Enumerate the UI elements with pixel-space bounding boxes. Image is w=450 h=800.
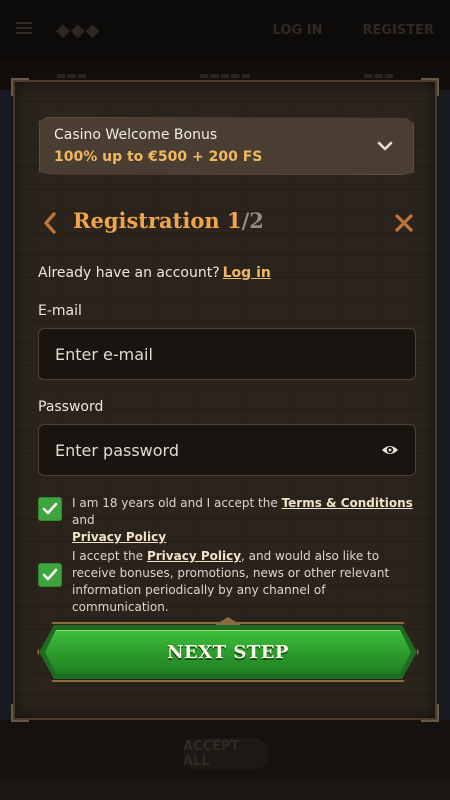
frame-corner bbox=[421, 78, 439, 96]
registration-title: Registration bbox=[73, 208, 220, 233]
marketing-checkbox[interactable] bbox=[38, 563, 62, 587]
background-accept-all: ACCEPT ALL bbox=[183, 738, 269, 770]
privacy-policy-link[interactable]: Privacy Policy bbox=[72, 530, 166, 544]
email-field[interactable] bbox=[55, 344, 399, 364]
bonus-title: Casino Welcome Bonus bbox=[54, 127, 218, 143]
step-total: 2 bbox=[249, 208, 264, 233]
registration-header: Registration 1/2 bbox=[39, 208, 417, 240]
background-side-right bbox=[438, 90, 450, 720]
eye-icon[interactable] bbox=[381, 443, 399, 457]
chevron-left-icon[interactable] bbox=[39, 210, 61, 236]
privacy-policy-link[interactable]: Privacy Policy bbox=[147, 549, 241, 563]
consent-text: I accept the bbox=[72, 549, 144, 563]
password-label: Password bbox=[38, 399, 104, 415]
next-step-button[interactable]: NEXT STEP bbox=[39, 625, 417, 679]
frame-corner bbox=[11, 704, 29, 722]
page-title: Registration 1/2 bbox=[73, 208, 264, 233]
step-current: 1 bbox=[226, 208, 242, 233]
account-prompt-text: Already have an account? bbox=[38, 265, 220, 281]
frame-corner bbox=[11, 78, 29, 96]
account-prompt: Already have an account? Log in bbox=[38, 265, 271, 281]
checkmark-icon bbox=[42, 502, 58, 515]
consent-text: I am 18 years old and I accept the bbox=[72, 496, 278, 510]
registration-modal: Casino Welcome Bonus 100% up to €500 + 2… bbox=[11, 78, 439, 722]
background-login: LOG IN bbox=[272, 22, 323, 38]
marketing-consent: I accept the Privacy Policy, and would a… bbox=[38, 548, 418, 616]
password-field-container bbox=[38, 424, 416, 476]
email-field-container bbox=[38, 328, 416, 380]
login-link[interactable]: Log in bbox=[223, 265, 271, 281]
consent-text: and bbox=[72, 513, 95, 527]
marketing-consent-text: I accept the Privacy Policy, and would a… bbox=[72, 548, 418, 616]
background-bottom bbox=[0, 780, 450, 800]
checkmark-icon bbox=[42, 568, 58, 581]
close-icon[interactable] bbox=[393, 212, 415, 234]
chevron-down-icon[interactable] bbox=[377, 138, 393, 154]
email-label: E-mail bbox=[38, 303, 82, 319]
frame-corner bbox=[421, 704, 439, 722]
background-register: REGISTER bbox=[362, 22, 434, 38]
menu-icon bbox=[16, 22, 36, 38]
background-header: ◆◆◆ LOG IN REGISTER bbox=[0, 0, 450, 60]
bonus-value: 100% up to €500 + 200 FS bbox=[54, 149, 263, 165]
age-terms-consent: I am 18 years old and I accept the Terms… bbox=[38, 495, 418, 546]
site-logo: ◆◆◆ bbox=[56, 19, 101, 41]
terms-checkbox[interactable] bbox=[38, 497, 62, 521]
password-field[interactable] bbox=[55, 440, 381, 460]
bonus-selector[interactable]: Casino Welcome Bonus 100% up to €500 + 2… bbox=[39, 117, 414, 175]
next-step-container: NEXT STEP bbox=[37, 617, 419, 682]
next-step-label: NEXT STEP bbox=[167, 641, 289, 663]
terms-consent-text: I am 18 years old and I accept the Terms… bbox=[72, 495, 418, 546]
terms-link[interactable]: Terms & Conditions bbox=[282, 496, 413, 510]
background-side-left bbox=[0, 90, 12, 720]
